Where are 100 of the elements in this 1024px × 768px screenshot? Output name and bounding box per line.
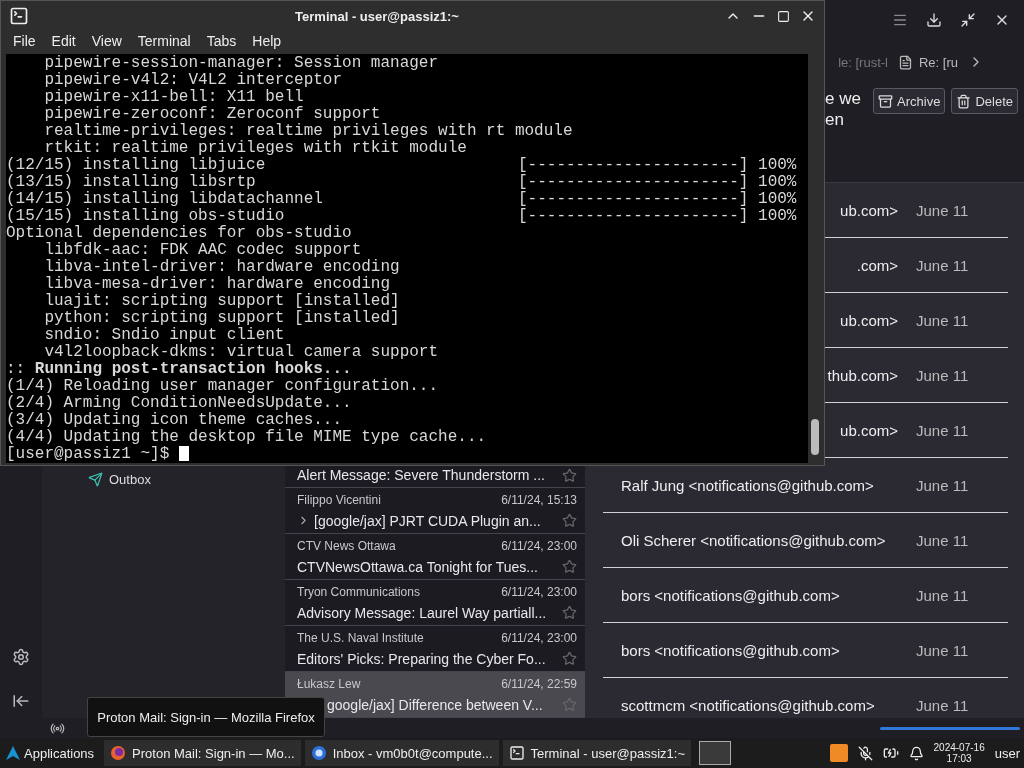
star-icon[interactable] (562, 467, 577, 483)
terminal-line: (1/4) Reloading user manager configuration... (6, 378, 439, 395)
sender-name: .com> (856, 256, 898, 274)
archive-icon (878, 93, 894, 109)
tooltip: Proton Mail: Sign-in — Mozilla Firefox (87, 697, 325, 737)
document-icon (898, 54, 913, 70)
terminal-line: Optional dependencies for obs-studio (6, 225, 352, 242)
terminal-line: realtime-privileges: realtime privileges with rt module (43, 123, 573, 140)
sender-name: scottmcm <notifications@github.com> (621, 696, 875, 714)
terminal-line: pipewire-zeroconf: Zeroconf support (43, 106, 381, 123)
message-date: June 11 (916, 311, 969, 329)
sender-name: thub.com> (827, 366, 898, 384)
subject-text: e we (825, 88, 862, 109)
menu-icon[interactable] (892, 12, 908, 28)
terminal-line: sndio: Sndio input client (43, 327, 285, 344)
taskbar-window[interactable]: Terminal - user@passiz1:~ (502, 740, 691, 766)
terminal-icon (508, 745, 525, 761)
archive-button[interactable]: Archive (873, 88, 946, 114)
terminal-line: pipewire-session-manager: Session manager (43, 55, 439, 72)
menu-item[interactable]: File (5, 33, 44, 49)
message-date: 6/11/24, 22:59 (501, 676, 577, 691)
settings-icon[interactable] (12, 648, 30, 666)
tray-app-icon[interactable] (829, 744, 848, 762)
terminal-line: (4/4) Updating the desktop file MIME type cache... (6, 429, 487, 446)
menu-item[interactable]: Edit (43, 33, 84, 49)
shell-prompt: [user@passiz1 ~]$ (6, 446, 171, 463)
download-icon[interactable] (926, 12, 942, 28)
sender-name: ub.com> (840, 201, 898, 219)
terminal-line: (12/15) installing libjuice (6, 157, 267, 174)
sender-name: Łukasz Lew (297, 676, 361, 691)
clock-time: 17:03 (946, 753, 972, 764)
message-subject: Alert Message: Severe Thunderstorm ... (297, 467, 545, 483)
message-date: June 11 (916, 421, 969, 439)
message-subject: [google/jax] PJRT CUDA Plugin an... (297, 512, 541, 529)
terminal-line: libfdk-aac: FDK AAC codec support (43, 242, 362, 259)
cursor (178, 446, 189, 461)
terminal-line: (14/15) installing libdatachannel (6, 191, 324, 208)
workspace-preview[interactable] (699, 741, 731, 765)
message-date: 6/11/24, 23:00 (501, 584, 577, 599)
fox-icon (110, 745, 127, 761)
message-subject: Editors' Picks: Preparing the Cyber Fo... (297, 650, 546, 667)
message-date: June 11 (916, 531, 969, 549)
terminal-line: libva-mesa-driver: hardware encoding (43, 276, 391, 293)
star-icon[interactable] (562, 651, 577, 666)
message-date: June 11 (916, 256, 969, 274)
terminal-line: (15/15) installing obs-studio (6, 208, 286, 225)
sender-name: bors <notifications@github.com> (621, 586, 840, 604)
terminal-line: pipewire-x11-bell: X11 bell (43, 89, 304, 106)
menu-item[interactable]: Tabs (198, 33, 245, 49)
scroll-thumb[interactable] (811, 419, 819, 455)
clock-date: 2024-07-16 (933, 742, 985, 753)
collapse-icon[interactable] (960, 12, 976, 28)
collapse-icon[interactable] (12, 692, 30, 710)
message-date: 6/11/24, 23:00 (501, 538, 577, 553)
mail-tab[interactable]: Re: [ru (898, 54, 958, 70)
star-icon[interactable] (562, 559, 577, 574)
battery-icon[interactable] (882, 745, 899, 761)
progress-text: [----------------------] 100% (518, 157, 797, 174)
sender-name: Tryon Communications (297, 584, 420, 599)
taskbar-window[interactable]: Inbox - vm0b0t@compute... (304, 740, 499, 766)
terminal-line: luajit: scripting support [installed] (43, 293, 400, 310)
message-subject: CTVNewsOttawa.ca Tonight for Tues... (297, 558, 538, 575)
terminal-line: :: Running post-transaction hooks... (6, 361, 352, 378)
terminal-icon (9, 6, 29, 26)
progress-text: [----------------------] 100% (518, 191, 797, 208)
bird-icon (310, 745, 327, 761)
message-date: 6/11/24, 15:13 (501, 492, 577, 507)
progress-text: [----------------------] 100% (518, 208, 797, 225)
message-date: June 11 (916, 476, 969, 494)
mail-tab[interactable]: le: [rust-l (838, 54, 888, 70)
menu-item[interactable]: Help (244, 33, 290, 49)
mic-muted-icon[interactable] (857, 745, 873, 761)
maximize-icon[interactable] (777, 9, 790, 23)
bell-icon[interactable] (908, 745, 924, 761)
terminal-line: libva-intel-driver: hardware encoding (43, 259, 400, 276)
tray-icon (88, 471, 103, 487)
message-subject: google/jax] Difference between V... (327, 696, 543, 713)
message-date: June 11 (916, 696, 969, 714)
message-date: 6/11/24, 23:00 (501, 630, 577, 645)
menu-item[interactable]: Terminal (129, 33, 199, 49)
terminal-line: (3/4) Updating icon theme caches... (6, 412, 343, 429)
taskbar-window[interactable]: Proton Mail: Sign-in — Mo... (104, 740, 301, 766)
star-icon[interactable] (562, 513, 577, 528)
window-title: Terminal - user@passiz1:~ (294, 8, 460, 24)
menu-item[interactable]: View (83, 33, 130, 49)
sender-name: bors <notifications@github.com> (621, 641, 840, 659)
terminal-line: v4l2loopback-dkms: virtual camera support (43, 344, 439, 361)
terminal-line: (13/15) installing libsrtp (6, 174, 257, 191)
terminal-line: pipewire-v4l2: V4L2 interceptor (43, 72, 343, 89)
folder-item[interactable]: Outbox (42, 468, 285, 490)
sender-name: The U.S. Naval Institute (297, 630, 424, 645)
arch-icon (6, 746, 20, 760)
applications-menu[interactable]: Applications (4, 745, 101, 761)
star-icon[interactable] (562, 697, 577, 712)
star-icon[interactable] (562, 605, 577, 620)
sender-name: Ralf Jung <notifications@github.com> (621, 476, 874, 494)
delete-button[interactable]: Delete (951, 88, 1018, 114)
sender-name: Oli Scherer <notifications@github.com> (621, 531, 886, 549)
message-subject: Advisory Message: Laurel Way partiall... (297, 604, 547, 621)
progress-text: [----------------------] 100% (518, 174, 797, 191)
